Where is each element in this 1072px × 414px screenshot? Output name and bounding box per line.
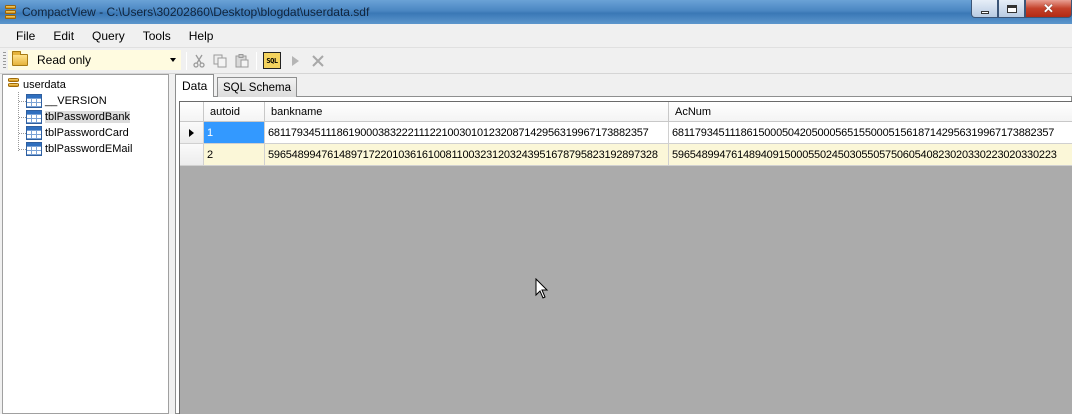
tree-node-label: tblPasswordBank [45,111,130,123]
menu-query[interactable]: Query [83,25,134,47]
cell-bankname[interactable]: 6811793451118619000383222111221003010123… [265,122,669,144]
cut-icon[interactable] [191,53,207,69]
mode-dropdown[interactable]: Read only [8,50,181,70]
tree-node-table[interactable]: tblPasswordCard [26,125,129,141]
table-row[interactable]: 2 59654899476148971722010361610081100323… [180,144,1072,166]
row-header[interactable] [180,144,204,166]
database-app-icon [5,4,16,20]
close-icon: ✕ [1043,1,1054,16]
data-grid[interactable]: autoid bankname AcNum 1 6811793451118619… [179,101,1072,414]
menu-file[interactable]: File [7,25,44,47]
toolbar-grip[interactable] [3,51,6,70]
cancel-icon[interactable] [310,53,326,69]
minimize-icon [980,10,989,14]
grid-corner-header[interactable] [180,102,204,122]
title-bar: CompactView - C:\Users\30202860\Desktop\… [0,0,1072,24]
grid-header: autoid bankname AcNum [180,102,1072,122]
tree-node-label: __VERSION [45,95,107,107]
table-icon [26,94,42,108]
tab-data[interactable]: Data [175,74,215,97]
tree-node-table[interactable]: tblPasswordEMail [26,141,132,157]
run-icon[interactable] [287,53,303,69]
window-controls: ✕ [971,0,1072,18]
menu-edit[interactable]: Edit [44,25,83,47]
cell-acnum[interactable]: 6811793451118615000504205000565155000515… [669,122,1072,144]
toolbar-separator [256,52,257,70]
chevron-down-icon[interactable] [170,58,176,62]
cell-autoid[interactable]: 1 [204,122,265,144]
menu-help[interactable]: Help [180,25,223,47]
menu-tools[interactable]: Tools [134,25,180,47]
cell-bankname[interactable]: 5965489947614897172201036161008110032312… [265,144,669,166]
toolbar-separator [186,52,187,70]
cell-acnum[interactable]: 5965489947614894091500055024503055057506… [669,144,1072,166]
maximize-icon [1006,4,1017,13]
tree-node-label: userdata [23,79,66,91]
table-icon [26,142,42,156]
tab-sql-schema[interactable]: SQL Schema [217,77,297,97]
copy-icon[interactable] [212,53,228,69]
close-button[interactable]: ✕ [1025,0,1072,18]
toolbar: Read only SQL [0,48,1072,74]
current-row-icon [189,128,194,137]
cell-autoid[interactable]: 2 [204,144,265,166]
tree-node-table-selected[interactable]: tblPasswordBank [26,109,130,125]
pane-splitter[interactable] [169,74,173,414]
column-header-autoid[interactable]: autoid [204,102,265,122]
database-icon [8,78,19,92]
maximize-button[interactable] [998,0,1025,18]
sql-icon[interactable]: SQL [263,52,281,69]
minimize-button[interactable] [971,0,998,18]
tree-node-label: tblPasswordEMail [45,143,133,155]
menu-bar: File Edit Query Tools Help [0,24,1072,48]
table-icon [26,110,42,124]
object-tree[interactable]: userdata __VERSION tblPasswordBank tblPa… [2,74,169,414]
tab-strip: Data SQL Schema [173,74,1072,97]
column-header-bankname[interactable]: bankname [265,102,669,122]
table-row[interactable]: 1 68117934511186190003832221112210030101… [180,122,1072,144]
window-title: CompactView - C:\Users\30202860\Desktop\… [22,5,370,19]
paste-icon[interactable] [234,53,250,69]
table-icon [26,126,42,140]
mouse-cursor-icon [535,278,549,299]
row-header[interactable] [180,122,204,144]
tree-node-database[interactable]: userdata [8,77,66,93]
mode-dropdown-value: Read only [37,53,92,67]
folder-open-icon [12,51,28,66]
tree-node-label: tblPasswordCard [45,127,129,139]
tree-node-table[interactable]: __VERSION [26,93,107,109]
column-header-acnum[interactable]: AcNum [669,102,1072,122]
